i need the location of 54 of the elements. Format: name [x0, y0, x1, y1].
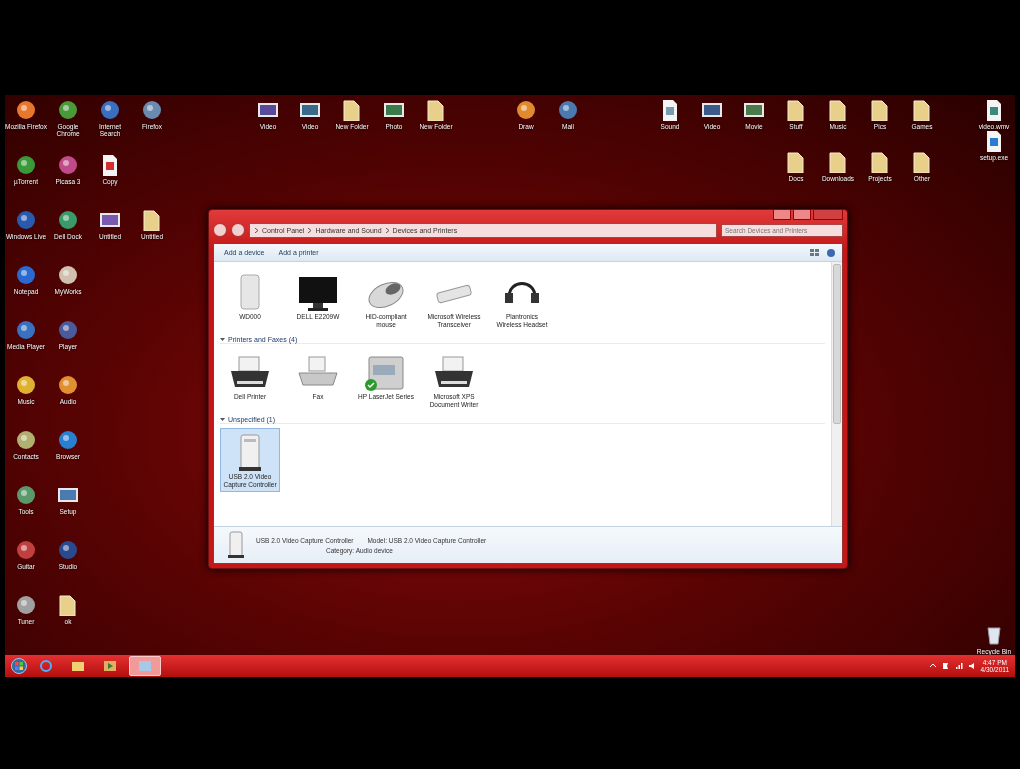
app-icon[interactable]	[57, 264, 79, 286]
app-icon[interactable]	[15, 209, 37, 231]
app-icon[interactable]	[15, 264, 37, 286]
app-icon[interactable]	[57, 99, 79, 121]
app-icon[interactable]	[57, 154, 79, 176]
app-icon[interactable]	[15, 319, 37, 341]
chevron-icon	[307, 227, 313, 233]
minimize-button[interactable]	[773, 210, 791, 220]
folder-icon[interactable]	[57, 594, 79, 616]
network-icon[interactable]	[954, 662, 963, 670]
app-icon[interactable]	[57, 209, 79, 231]
speaker-icon[interactable]	[967, 662, 976, 670]
app-icon[interactable]	[15, 594, 37, 616]
app-icon[interactable]	[15, 99, 37, 121]
folder-icon[interactable]	[827, 151, 849, 173]
folder-icon[interactable]	[827, 99, 849, 121]
chevron-icon	[254, 227, 259, 233]
maximize-button[interactable]	[793, 210, 811, 220]
folder-icon[interactable]	[911, 99, 933, 121]
back-button[interactable]	[213, 223, 227, 237]
ring-icon	[39, 659, 53, 673]
app-icon[interactable]	[15, 484, 37, 506]
app-icon[interactable]	[57, 319, 79, 341]
play-icon	[103, 659, 117, 673]
forward-button[interactable]	[231, 223, 245, 237]
folder-icon[interactable]	[911, 151, 933, 173]
view-icon[interactable]	[810, 248, 820, 257]
collapse-icon[interactable]	[220, 337, 225, 342]
help-icon[interactable]	[826, 248, 836, 257]
app-icon[interactable]	[557, 99, 579, 121]
app-icon[interactable]	[15, 154, 37, 176]
start-button[interactable]	[11, 658, 27, 674]
folder-icon[interactable]	[141, 209, 163, 231]
folder-icon	[71, 659, 85, 673]
folder-icon[interactable]	[869, 151, 891, 173]
app-icon[interactable]	[141, 99, 163, 121]
app-icon[interactable]	[15, 539, 37, 561]
folder-icon[interactable]	[785, 99, 807, 121]
flag-icon[interactable]	[941, 662, 950, 670]
folder-icon[interactable]	[425, 99, 447, 121]
folder-icon[interactable]	[869, 99, 891, 121]
app-icon[interactable]	[57, 374, 79, 396]
folder-icon[interactable]	[785, 151, 807, 173]
scrollbar[interactable]	[831, 262, 842, 526]
app-icon[interactable]	[515, 99, 537, 121]
app-icon[interactable]	[15, 374, 37, 396]
app-icon[interactable]	[15, 429, 37, 451]
app-icon[interactable]	[57, 539, 79, 561]
chevron-icon	[384, 227, 390, 233]
app-icon[interactable]	[99, 99, 121, 121]
folder-icon[interactable]	[341, 99, 363, 121]
collapse-icon[interactable]	[220, 417, 225, 422]
app-icon[interactable]	[57, 429, 79, 451]
window-icon	[138, 659, 152, 673]
